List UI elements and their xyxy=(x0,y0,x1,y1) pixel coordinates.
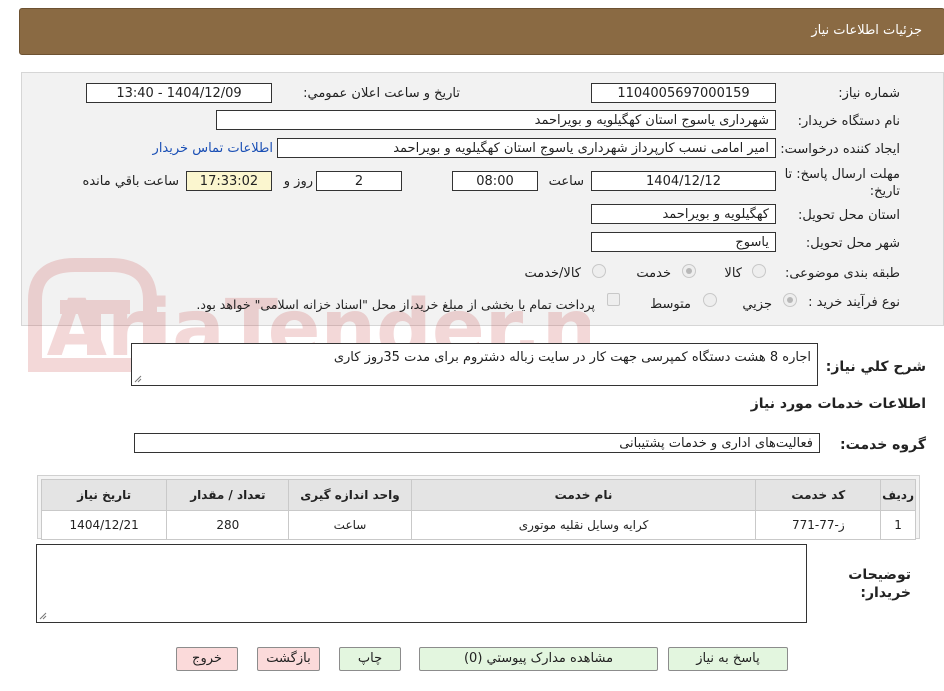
services-table: رديف کد خدمت نام خدمت واحد اندازه گیری ت… xyxy=(40,479,916,540)
buyer-label: نام دستگاه خريدار: xyxy=(797,114,900,129)
process-radio-minor[interactable] xyxy=(783,293,797,307)
cell-unit: ساعت xyxy=(288,510,412,540)
services-title: اطلاعات خدمات مورد نياز xyxy=(750,396,926,412)
cell-service-code: ز-77-771 xyxy=(755,510,882,540)
category-radio-service[interactable] xyxy=(682,264,696,278)
need-number-field: 1104005697000159 xyxy=(591,83,776,103)
print-button[interactable]: چاپ xyxy=(339,647,401,671)
announce-label: تاريخ و ساعت اعلان عمومي: xyxy=(303,86,460,101)
remaining-label: ساعت باقي مانده xyxy=(82,174,179,189)
remaining-time-field: 17:33:02 xyxy=(186,171,272,191)
buyer-notes-field[interactable] xyxy=(36,544,807,623)
table-row: 1 ز-77-771 کرایه وسایل نقلیه موتوری ساعت… xyxy=(40,510,916,540)
buyer-notes-label-2: خريدار: xyxy=(860,585,911,601)
category-option-service: خدمت xyxy=(636,266,671,281)
col-row-number: رديف xyxy=(880,479,916,511)
service-group-field: فعالیت‌های اداری و خدمات پشتیبانی xyxy=(134,433,820,453)
page-header: جزئیات اطلاعات نیاز xyxy=(19,8,944,55)
cell-row-number: 1 xyxy=(880,510,916,540)
payment-note: پرداخت تمام یا بخشی از مبلغ خرید،از محل … xyxy=(196,297,595,312)
table-header-row: رديف کد خدمت نام خدمت واحد اندازه گیری ت… xyxy=(40,479,916,511)
need-number-label: شماره نیاز: xyxy=(838,86,900,101)
deadline-label-date: تاريخ: xyxy=(869,184,900,199)
col-unit: واحد اندازه گیری xyxy=(288,479,412,511)
col-service-code: کد خدمت xyxy=(755,479,882,511)
deadline-date-field: 1404/12/12 xyxy=(591,171,776,191)
cell-service-name: کرایه وسایل نقلیه موتوری xyxy=(410,510,757,540)
services-table-wrap: رديف کد خدمت نام خدمت واحد اندازه گیری ت… xyxy=(37,475,920,540)
days-label: روز و xyxy=(283,174,313,189)
process-option-medium: متوسط xyxy=(650,297,691,312)
view-documents-button[interactable]: مشاهده مدارک پیوستي (0) xyxy=(419,647,658,671)
service-group-label: گروه خدمت: xyxy=(840,437,926,453)
deadline-hour-label: ساعت xyxy=(548,174,584,189)
city-field: یاسوج xyxy=(591,232,776,252)
page-title: جزئیات اطلاعات نیاز xyxy=(811,23,922,38)
general-desc-field: اجاره 8 هشت دستگاه کمپرسی جهت کار در سای… xyxy=(131,343,818,386)
category-label: طبقه بندی موضوعی: xyxy=(784,266,900,281)
category-option-goods: کالا xyxy=(724,266,742,281)
deadline-label: مهلت ارسال پاسخ: تا xyxy=(784,167,900,182)
payment-checkbox[interactable] xyxy=(607,293,620,306)
general-desc-label: شرح کلي نياز: xyxy=(825,359,926,375)
general-desc-text: اجاره 8 هشت دستگاه کمپرسی جهت کار در سای… xyxy=(333,350,811,365)
city-label: شهر محل تحویل: xyxy=(805,236,900,251)
resize-grip-icon[interactable] xyxy=(39,612,47,620)
category-option-both: کالا/خدمت xyxy=(524,266,581,281)
process-option-minor: جزيي xyxy=(742,297,772,312)
cell-need-date: 1404/12/21 xyxy=(40,510,168,540)
resize-grip-icon[interactable] xyxy=(134,375,142,383)
creator-label: ایجاد کننده درخواست: xyxy=(780,142,900,157)
province-field: کهگیلویه و بویراحمد xyxy=(591,204,776,224)
creator-field: امیر امامی نسب کارپرداز شهرداری یاسوج اس… xyxy=(277,138,776,158)
exit-button[interactable]: خروج xyxy=(176,647,238,671)
col-service-name: نام خدمت xyxy=(410,479,757,511)
process-radio-medium[interactable] xyxy=(703,293,717,307)
announce-field: 1404/12/09 - 13:40 xyxy=(86,83,272,103)
cell-quantity: 280 xyxy=(166,510,290,540)
back-button[interactable]: بازگشت xyxy=(257,647,320,671)
buyer-field: شهرداری یاسوج استان کهگیلویه و بویراحمد xyxy=(216,110,776,130)
reply-button[interactable]: پاسخ به نياز xyxy=(668,647,788,671)
col-need-date: تاريخ نياز xyxy=(40,479,168,511)
buyer-notes-label: توضيحات xyxy=(848,567,911,583)
process-label: نوع فرآیند خرید : xyxy=(808,295,900,310)
province-label: استان محل تحویل: xyxy=(798,208,900,223)
deadline-hour-field: 08:00 xyxy=(452,171,538,191)
col-quantity: تعداد / مقدار xyxy=(166,479,290,511)
days-field: 2 xyxy=(316,171,402,191)
category-radio-goods[interactable] xyxy=(752,264,766,278)
buyer-contact-link[interactable]: اطلاعات تماس خریدار xyxy=(153,141,273,156)
category-radio-both[interactable] xyxy=(592,264,606,278)
